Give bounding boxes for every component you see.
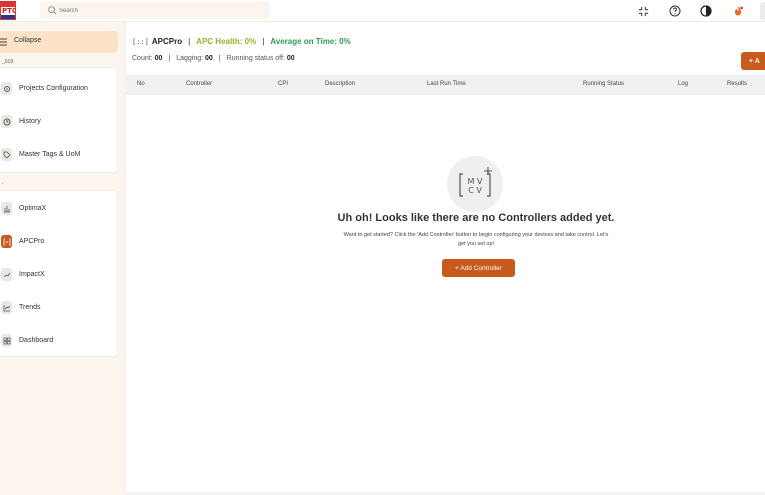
table-header: No Controller CPI Description Last Run T… xyxy=(126,75,765,95)
help-icon[interactable] xyxy=(668,4,682,18)
contrast-icon[interactable] xyxy=(699,4,713,18)
empty-state-title: Uh oh! Looks like there are no Controlle… xyxy=(337,212,615,224)
section-marker: . xyxy=(2,180,4,186)
page-header: [::] APCPro | APC Health: 0% | Average on Tim… xyxy=(132,37,351,46)
sidebar-item-label: ImpactX xyxy=(19,271,45,278)
header-separator: | xyxy=(262,37,265,46)
sidebar-item-label: Master Tags & UoM xyxy=(19,151,81,158)
sidebar-item-trends[interactable]: Trends xyxy=(0,297,118,319)
add-controller-top-button[interactable]: + A xyxy=(741,52,765,70)
sidebar-item-label: Projects Configuration xyxy=(19,85,88,92)
collapse-arrows-icon[interactable] xyxy=(636,4,650,18)
history-icon xyxy=(1,115,12,128)
search-input[interactable] xyxy=(59,3,259,18)
column-header-cpi[interactable]: CPI xyxy=(278,81,288,87)
flame-icon[interactable] xyxy=(731,4,745,18)
svg-text:C V: C V xyxy=(468,186,482,195)
search-box[interactable] xyxy=(40,2,270,19)
sidebar-item-label: Trends xyxy=(19,304,41,311)
project-id: _019 xyxy=(2,59,14,65)
dashboard-icon xyxy=(1,334,12,347)
config-icon xyxy=(1,82,12,95)
apcpro-icon xyxy=(1,235,12,248)
trends-icon xyxy=(1,301,12,314)
sidebar-item-label: APCPro xyxy=(19,238,45,245)
sidebar-item-apcpro[interactable]: APCPro xyxy=(0,231,118,253)
sidebar-item-dashboard[interactable]: Dashboard xyxy=(0,330,118,352)
empty-state-illustration: M V C V xyxy=(447,156,503,212)
sidebar-group-configuration: Projects Configuration History Master Ta… xyxy=(0,67,118,173)
sidebar-item-label: History xyxy=(19,118,41,125)
svg-text:M V: M V xyxy=(468,177,483,186)
sidebar-item-master-tags[interactable]: Master Tags & UoM xyxy=(0,144,118,166)
sidebar-item-projects-configuration[interactable]: Projects Configuration xyxy=(0,78,118,100)
menu-icon xyxy=(0,38,7,46)
empty-state-description: Want to get started? Click the 'Add Cont… xyxy=(343,232,609,247)
collapse-label: Collapse xyxy=(14,37,42,44)
column-header-controller[interactable]: Controller xyxy=(186,81,212,87)
column-header-description[interactable]: Description xyxy=(325,81,355,87)
column-header-running-status[interactable]: Running Status xyxy=(583,81,624,87)
add-controller-button[interactable]: + Add Controller xyxy=(442,259,515,277)
search-icon xyxy=(48,6,57,15)
sidebar-item-history[interactable]: History xyxy=(0,111,118,133)
company-logo[interactable]: PTO xyxy=(0,1,16,20)
sidebar-item-optimax[interactable]: OptimaX xyxy=(0,198,118,220)
sidebar-item-label: Dashboard xyxy=(19,337,54,344)
collapse-button[interactable]: Collapse xyxy=(0,31,118,53)
apcpro-header-icon: [::] xyxy=(132,38,149,46)
impactx-icon xyxy=(1,268,12,281)
header-separator: | xyxy=(188,37,191,46)
running-off-label: Running status off: xyxy=(226,55,285,62)
running-off-value: 00 xyxy=(286,55,295,62)
page-title: APCPro xyxy=(151,37,183,46)
lagging-value: 00 xyxy=(205,55,213,62)
sidebar-item-impactx[interactable]: ImpactX xyxy=(0,264,118,286)
apc-health-status: APC Health: 0% xyxy=(196,37,257,46)
counts-separator: | xyxy=(218,55,221,62)
top-bar: PTO xyxy=(0,0,765,22)
sidebar-item-label: OptimaX xyxy=(19,205,47,212)
optimax-icon xyxy=(1,202,12,215)
average-on-time-status: Average on Time: 0% xyxy=(270,37,351,46)
count-value: 00 xyxy=(154,55,163,62)
avatar[interactable] xyxy=(760,2,765,20)
sidebar: Collapse _019 Projects Configuration His… xyxy=(0,22,124,495)
main-panel: [::] APCPro | APC Health: 0% | Average on Tim… xyxy=(126,22,765,492)
column-header-results[interactable]: Results xyxy=(727,81,747,87)
column-header-last-run-time[interactable]: Last Run Time xyxy=(427,81,466,87)
controller-mvcv-icon: M V C V xyxy=(459,167,492,197)
sidebar-group-modules: OptimaX APCPro ImpactX Trends Dashboard xyxy=(0,190,118,357)
column-header-log[interactable]: Log xyxy=(678,81,688,87)
lagging-label: Lagging: xyxy=(176,55,204,62)
summary-counts: Count: 00 | Lagging: 00 | Running status off… xyxy=(132,55,295,62)
column-header-no[interactable]: No xyxy=(137,81,145,87)
counts-separator: | xyxy=(168,55,171,62)
tag-icon xyxy=(1,148,12,161)
count-label: Count: xyxy=(132,55,153,62)
